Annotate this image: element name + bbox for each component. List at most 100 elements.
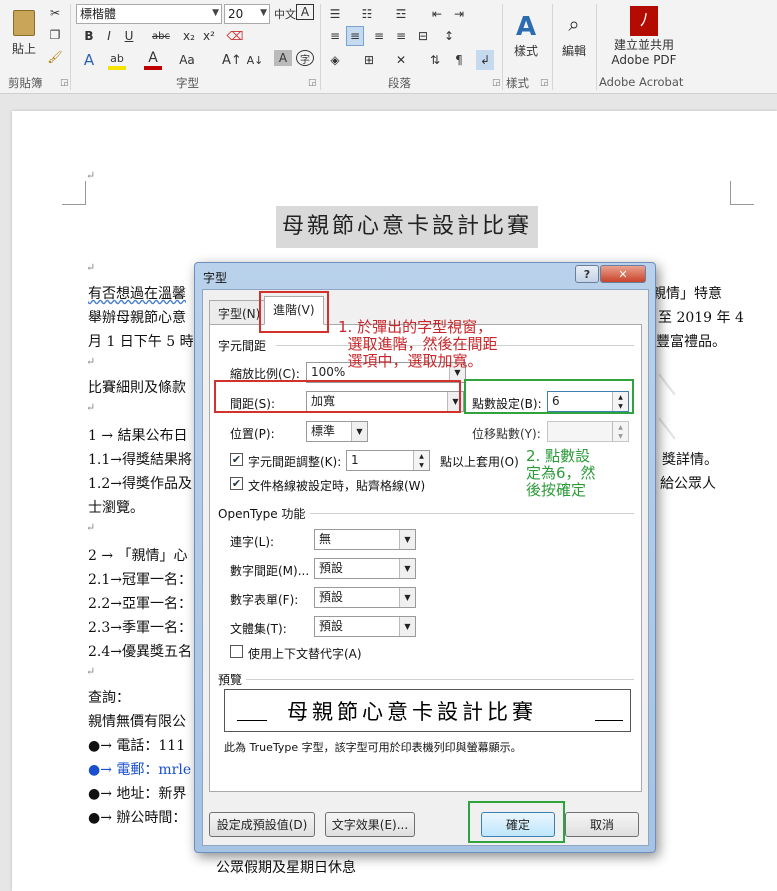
position-combo[interactable]: 標準 ▼ [306, 421, 368, 442]
editing-button[interactable]: ⌕ 編輯 [556, 4, 592, 66]
preview-note: 此為 TrueType 字型，該字型可用於印表機列印與螢幕顯示。 [224, 741, 522, 754]
clear-formatting-icon[interactable]: ⌫ [226, 26, 244, 46]
cancel-button[interactable]: 取消 [565, 812, 639, 837]
snap-to-grid-checkbox[interactable]: ✔ [230, 477, 243, 490]
dialog-body: 字型(N) 字元間距 縮放比例(C): 100% ▼ 間距(S): 加寬 ▼ 點… [202, 289, 649, 846]
highlight-button[interactable]: ab [108, 50, 126, 70]
font-name-combo[interactable]: 標楷體 ▼ [76, 4, 222, 24]
font-size-combo[interactable]: 20 ▼ [224, 4, 270, 24]
align-right-icon[interactable]: ≡ [370, 26, 388, 46]
font-launcher-icon[interactable]: ◲ [308, 78, 317, 88]
paragraph-launcher-icon[interactable]: ◲ [492, 78, 501, 88]
clipboard-group-label: 剪貼簿 [8, 76, 43, 90]
doc-line: 月 1 日下午 5 時 [88, 334, 194, 350]
text-effects-button[interactable]: A [80, 50, 98, 70]
sort-icon[interactable]: ⇅ [426, 50, 444, 70]
highlight-spacing-row [214, 380, 461, 413]
doc-line: 士瀏覽。 [88, 500, 144, 516]
text-direction-icon[interactable]: ↲ [476, 50, 494, 70]
doc-line-right: 至 2019 年 4 [658, 310, 744, 326]
number-spacing-label: 數字間距(M)... [230, 564, 310, 578]
cut-icon[interactable]: ✂ [46, 3, 64, 23]
styles-button[interactable]: A 樣式 [506, 4, 546, 66]
ligatures-combo[interactable]: 無 ▼ [314, 529, 416, 550]
ligatures-label: 連字(L): [230, 535, 275, 549]
doc-line: 2.2→亞軍一名： [88, 596, 192, 612]
subscript-button[interactable]: x₂ [180, 26, 198, 46]
highlight-points-row [464, 379, 634, 414]
create-pdf-button[interactable]: ﾉ 建立並共用 Adobe PDF [602, 4, 686, 68]
stylistic-sets-combo[interactable]: 預設 ▼ [314, 616, 416, 637]
format-painter-icon[interactable]: 🖌 [46, 47, 64, 67]
chinese-layout-icon[interactable]: ✕ [392, 50, 410, 70]
shading-icon[interactable]: ◈ [326, 50, 344, 70]
clipboard-icon [13, 9, 35, 36]
acrobat-group-label: Adobe Acrobat [599, 75, 684, 89]
distributed-icon[interactable]: ⊟ [414, 26, 432, 46]
kerning-spinner[interactable]: 1 ▲ ▼ [346, 450, 430, 471]
underline-button[interactable]: U [120, 26, 138, 46]
superscript-button[interactable]: x² [200, 26, 218, 46]
character-shading-icon[interactable]: A [274, 50, 292, 66]
opentype-section-title: OpenType 功能 [218, 507, 306, 521]
line-spacing-icon[interactable]: ↕ [440, 26, 458, 46]
spinner-arrows-icon[interactable]: ▲ ▼ [612, 422, 628, 441]
doc-line: ●→ 電話：111 [88, 738, 186, 754]
doc-line-right: 豐富禮品。 [656, 334, 726, 350]
stylistic-sets-label: 文體集(T): [230, 622, 287, 636]
close-button[interactable]: ✕ [600, 265, 646, 283]
character-border-icon[interactable]: A [296, 4, 314, 20]
doc-line-right: 給公眾人 [660, 476, 716, 492]
doc-line: 親情無價有限公 [88, 714, 186, 730]
number-spacing-combo[interactable]: 預設 ▼ [314, 558, 416, 579]
highlight-ok-button [468, 801, 565, 843]
position-label: 位置(P): [230, 427, 275, 441]
preview-section-title: 預覽 [218, 673, 243, 687]
increase-indent-icon[interactable]: ⇥ [450, 4, 468, 24]
chevron-down-icon: ▼ [399, 588, 415, 607]
bullets-icon[interactable]: ☰ [326, 4, 344, 24]
borders-icon[interactable]: ⊞ [360, 50, 378, 70]
chevron-down-icon: ▼ [399, 530, 415, 549]
bold-button[interactable]: B [80, 26, 98, 46]
enclose-characters-icon[interactable]: 字 [296, 50, 314, 66]
points2-spinner[interactable]: ▲ ▼ [547, 421, 629, 442]
text-effects-button[interactable]: 文字效果(E)... [325, 812, 415, 837]
font-color-button[interactable]: A [144, 50, 162, 70]
doc-line-right: 獎詳情。 [662, 452, 718, 468]
italic-button[interactable]: I [100, 26, 118, 46]
doc-line: 2 → 「親情」心 [88, 548, 188, 564]
phonetic-guide-icon[interactable]: 中文 [274, 4, 296, 24]
doc-line: 舉辦母親節心意 [88, 310, 186, 326]
spinner-arrows-icon[interactable]: ▲ ▼ [413, 451, 429, 470]
copy-icon[interactable]: ❐ [46, 25, 64, 45]
help-button[interactable]: ? [575, 265, 599, 283]
chevron-down-icon: ▼ [399, 617, 415, 636]
spacing-section-title: 字元間距 [218, 339, 267, 353]
multilevel-list-icon[interactable]: ☲ [392, 4, 410, 24]
number-forms-combo[interactable]: 預設 ▼ [314, 587, 416, 608]
decrease-indent-icon[interactable]: ⇤ [428, 4, 446, 24]
strikethrough-button[interactable]: abc [152, 26, 170, 46]
contextual-alternates-checkbox[interactable] [230, 645, 243, 658]
annotation-step2: 2. 點數設 定為6，然 後按確定 [526, 447, 596, 499]
shrink-font-icon[interactable]: A↓ [246, 50, 264, 70]
binoculars-icon: ⌕ [568, 11, 580, 36]
set-default-button[interactable]: 設定成預設值(D) [209, 812, 315, 837]
doc-line: 1.1→得獎結果將 [88, 452, 192, 468]
justify-icon[interactable]: ≡ [392, 26, 410, 46]
styles-launcher-icon[interactable]: ◲ [540, 78, 549, 88]
adobe-pdf-icon: ﾉ [630, 5, 658, 36]
show-marks-icon[interactable]: ¶ [450, 50, 468, 70]
paste-button[interactable]: 貼上 [6, 4, 42, 62]
align-left-icon[interactable]: ≡ [326, 26, 344, 46]
numbering-icon[interactable]: ☷ [358, 4, 376, 24]
clipboard-launcher-icon[interactable]: ◲ [60, 78, 69, 88]
doc-line: 公眾假期及星期日休息 [216, 860, 356, 876]
align-center-icon[interactable]: ≡ [346, 26, 364, 46]
kerning-checkbox[interactable]: ✔ [230, 453, 243, 466]
change-case-button[interactable]: Aa [178, 50, 196, 70]
grow-font-icon[interactable]: A↑ [222, 50, 242, 70]
doc-line: 有否想過在溫馨 [88, 286, 186, 302]
document-title[interactable]: 母親節心意卡設計比賽 [276, 206, 539, 248]
